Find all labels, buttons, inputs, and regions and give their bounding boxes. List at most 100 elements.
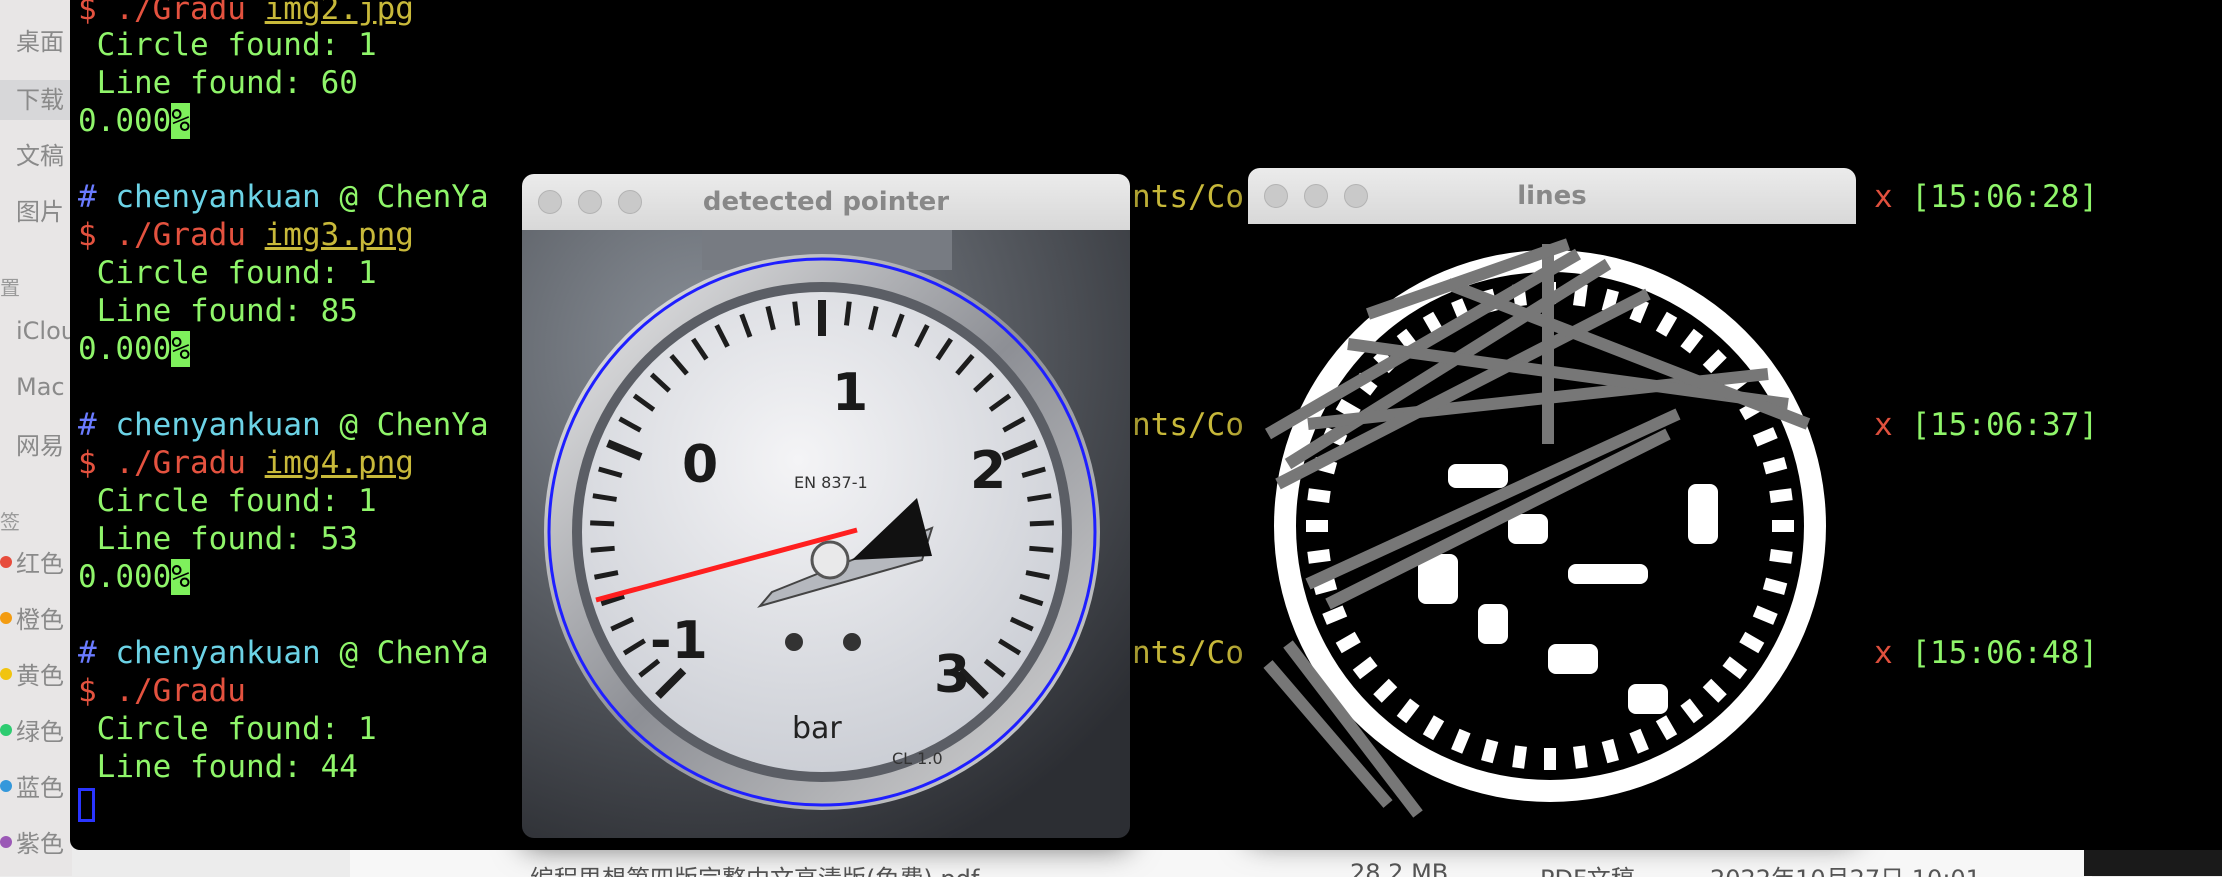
detected-pointer-window[interactable]: detected pointer 0 1 2 -1 3 EN 837-1 bar… <box>522 174 1130 838</box>
sidebar-item-label: 下载 <box>16 86 64 114</box>
prompt-at: @ <box>339 179 358 215</box>
edge-lines-image <box>1248 224 1856 832</box>
edge-blob <box>1628 684 1668 714</box>
tag-label: 红色 <box>16 550 64 578</box>
window-titlebar[interactable]: detected pointer <box>522 174 1130 231</box>
sidebar-item-label: Mac <box>16 373 65 401</box>
sidebar-tag-yellow[interactable]: 黄色 <box>0 656 72 696</box>
sidebar-item-label: 桌面 <box>16 28 64 56</box>
sidebar-item-downloads[interactable]: 下载 <box>0 80 72 120</box>
edge-blob <box>1772 520 1794 532</box>
tag-label: 紫色 <box>16 830 64 858</box>
tag-label: 绿色 <box>16 718 64 746</box>
prompt-path: nts/Co <box>1132 635 1244 671</box>
terminal-prompt-line: # chenyankuan @ ChenYa <box>78 178 489 216</box>
prompt-status: x [15:06:48] <box>1874 634 2098 672</box>
tag-label: 橙色 <box>16 606 64 634</box>
sidebar-section-locations: 置 <box>0 276 20 300</box>
prompt-host: ChenYa <box>376 635 489 671</box>
gauge-unit-text: bar <box>792 711 842 746</box>
sidebar-item-desktop[interactable]: 桌面 <box>0 22 72 62</box>
window-title: lines <box>1517 181 1587 211</box>
prompt-time: [15:06:48] <box>1911 635 2098 671</box>
output-text: 0.000 <box>78 103 172 139</box>
output-text: Circle found: 1 <box>96 483 377 519</box>
prompt-at: @ <box>339 407 358 443</box>
terminal-line: $ ./Gradu <box>78 672 246 710</box>
sidebar-tag-red[interactable]: 红色 <box>0 544 72 584</box>
file-kind: PDF文稿 <box>1540 859 1635 877</box>
gauge-class-text: CL 1.0 <box>892 749 943 768</box>
finder-file-list: 编程思想第四版完整中文高清版(免费).pdf 28.2 MB PDF文稿 202… <box>350 848 2092 877</box>
output-text: Circle found: 1 <box>96 711 377 747</box>
gauge-tick <box>590 520 615 527</box>
command-prompt: $ ./Gradu <box>78 445 265 481</box>
sidebar-item-pictures[interactable]: 图片 <box>0 192 72 232</box>
edge-blob <box>1544 748 1556 770</box>
sidebar-item-label: 网易 <box>16 432 64 460</box>
exit-status: x <box>1874 407 1893 443</box>
prompt-hash: # <box>78 407 97 443</box>
output-text: Circle found: 1 <box>96 255 377 291</box>
command-arg: img2.jpg <box>264 0 414 27</box>
terminal-line: Line found: 85 <box>78 292 358 330</box>
file-size: 28.2 MB <box>1350 859 1449 877</box>
edge-blob <box>1548 644 1598 674</box>
sidebar-item-netease[interactable]: 网易 <box>0 426 72 466</box>
gauge-tick <box>1029 545 1054 553</box>
terminal-line: Circle found: 1 <box>78 254 377 292</box>
edge-blob <box>1306 520 1328 532</box>
terminal-window[interactable]: $ ./Gradu img2.jpg Circle found: 1 Line … <box>70 0 2222 850</box>
prompt-status: x [15:06:28] <box>1874 178 2098 216</box>
gauge-tick <box>1029 520 1054 527</box>
edge-blob <box>1508 514 1548 544</box>
sidebar-item-icloud[interactable]: iClou <box>0 316 72 356</box>
prompt-hash: # <box>78 635 97 671</box>
prompt-hash: # <box>78 179 97 215</box>
terminal-line: Line found: 44 <box>78 748 358 786</box>
terminal-prompt-line: # chenyankuan @ ChenYa <box>78 634 489 672</box>
command-arg: img4.png <box>264 445 414 481</box>
prompt-status: x [15:06:37] <box>1874 406 2098 444</box>
gauge-label-2: 2 <box>970 441 1006 501</box>
output-text: Line found: 53 <box>96 521 358 557</box>
terminal-line: Line found: 53 <box>78 520 358 558</box>
terminal-prompt-line: # chenyankuan @ ChenYa <box>78 406 489 444</box>
sidebar-item-label: 图片 <box>16 198 64 226</box>
terminal-input-line[interactable] <box>78 784 95 822</box>
window-titlebar[interactable]: lines <box>1248 168 1856 225</box>
edge-blob <box>1478 604 1508 644</box>
output-text: Line found: 60 <box>96 65 358 101</box>
partial-line-marker: % <box>171 331 190 367</box>
sidebar-tag-green[interactable]: 绿色 <box>0 712 72 752</box>
terminal-line: $ ./Gradu img3.png <box>78 216 414 254</box>
sidebar-tag-orange[interactable]: 橙色 <box>0 600 72 640</box>
terminal-line: 0.000% <box>78 558 190 596</box>
window-title: detected pointer <box>702 187 950 217</box>
gauge-tick <box>590 545 615 553</box>
sidebar-tag-purple[interactable]: 紫色 <box>0 824 72 864</box>
command-prompt: $ ./Gradu <box>78 217 265 253</box>
background-window-edge <box>2084 850 2222 876</box>
sidebar-item-mac[interactable]: Mac <box>0 372 72 412</box>
output-text: 0.000 <box>78 559 172 595</box>
lines-window[interactable]: lines <box>1248 168 1856 832</box>
terminal-line: Line found: 60 <box>78 64 358 102</box>
prompt-time: [15:06:28] <box>1911 179 2098 215</box>
output-text: Line found: 44 <box>96 749 358 785</box>
command-prompt: $ ./Gradu <box>78 0 265 27</box>
prompt-user: chenyankuan <box>115 635 321 671</box>
sidebar-item-label: 文稿 <box>16 142 64 170</box>
gauge-tick <box>843 301 852 326</box>
file-name[interactable]: 编程思想第四版完整中文高清版(免费).pdf <box>530 859 979 877</box>
partial-line-marker: % <box>171 103 190 139</box>
terminal-line: 0.000% <box>78 330 190 368</box>
sidebar-item-documents[interactable]: 文稿 <box>0 136 72 176</box>
terminal-line: $ ./Gradu img2.jpg <box>78 0 414 28</box>
gauge-tick <box>792 301 801 326</box>
prompt-user: chenyankuan <box>115 179 321 215</box>
terminal-line: Circle found: 1 <box>78 26 377 64</box>
sidebar-tag-blue[interactable]: 蓝色 <box>0 768 72 808</box>
gauge-label-3: 3 <box>934 645 970 705</box>
tag-label: 蓝色 <box>16 774 64 802</box>
